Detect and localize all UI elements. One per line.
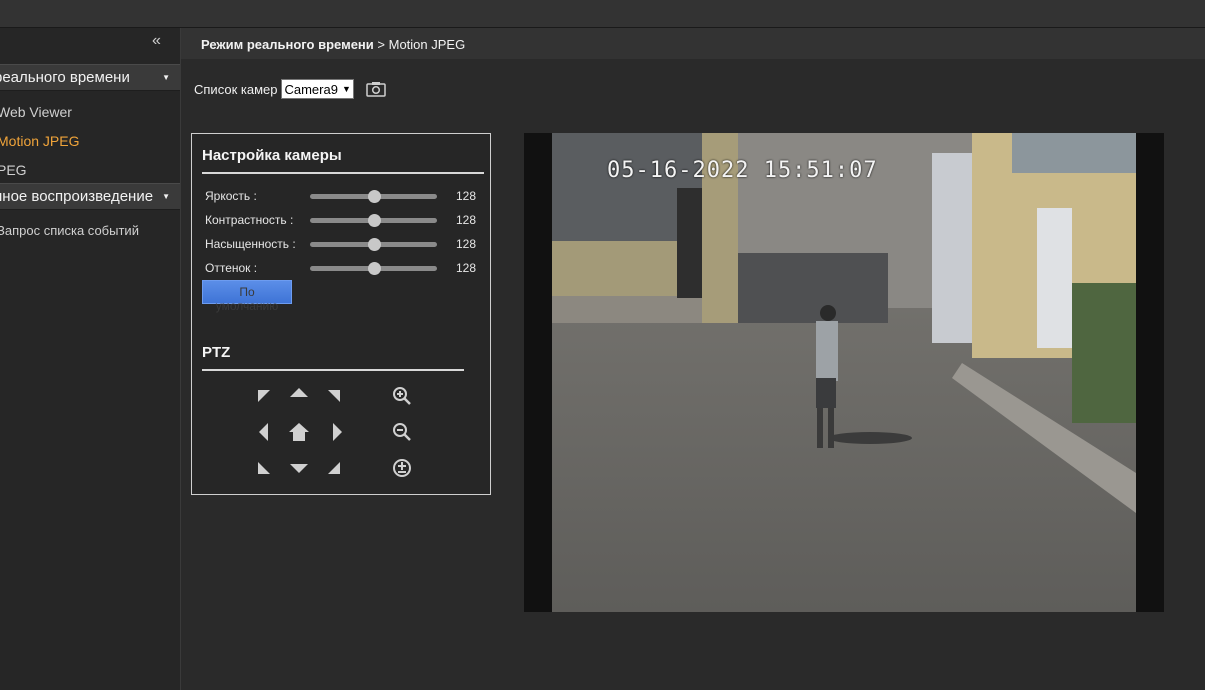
sidebar-item-web-viewer[interactable]: Web Viewer: [0, 104, 72, 120]
breadcrumb-bar: Режим реального времени > Motion JPEG: [181, 28, 1205, 60]
zoom-reset-icon[interactable]: [392, 458, 412, 478]
slider-thumb[interactable]: [367, 214, 381, 227]
video-view[interactable]: 05-16-2022 15:51:07: [524, 133, 1164, 612]
ptz-right-icon[interactable]: [327, 422, 347, 442]
ptz-up-left-icon[interactable]: [254, 386, 274, 406]
ptz-up-right-icon[interactable]: [324, 386, 344, 406]
contrast-row: Контрастность : 128: [205, 212, 485, 228]
ptz-down-icon[interactable]: [289, 458, 309, 478]
chevron-down-icon: ▼: [162, 73, 170, 82]
camera-select[interactable]: Camera9 ▼: [281, 79, 354, 99]
ptz-up-icon[interactable]: [289, 384, 309, 404]
slider-thumb[interactable]: [367, 262, 381, 275]
brightness-slider[interactable]: [310, 190, 437, 203]
sidebar-section-label: нное воспроизведение: [0, 188, 154, 205]
camera-select-value: Camera9: [284, 81, 338, 97]
divider: [202, 172, 484, 174]
slider-value: 128: [456, 261, 477, 275]
slider-label: Насыщенность :: [205, 237, 296, 251]
ptz-title: PTZ: [202, 344, 231, 361]
saturation-row: Насыщенность : 128: [205, 236, 485, 252]
chevron-down-icon: ▼: [341, 84, 351, 94]
slider-value: 128: [456, 237, 477, 251]
top-bar: [0, 0, 1205, 28]
slider-value: 128: [456, 213, 477, 227]
ptz-home-icon[interactable]: [289, 422, 309, 442]
camera-icon[interactable]: [366, 81, 386, 97]
sidebar-item-jpeg[interactable]: PEG: [0, 162, 27, 178]
sidebar-section-label: реального времени: [0, 69, 130, 86]
chevron-down-icon: ▼: [162, 192, 170, 201]
ptz-left-icon[interactable]: [254, 422, 274, 442]
default-button-line2: умолчанию: [215, 299, 279, 313]
ptz-down-left-icon[interactable]: [254, 458, 274, 478]
saturation-slider[interactable]: [310, 238, 437, 251]
default-button-line1: По: [239, 285, 255, 299]
breadcrumb-current: Motion JPEG: [388, 37, 466, 52]
divider: [202, 369, 464, 371]
sidebar-item-motion-jpeg[interactable]: Motion JPEG: [0, 133, 79, 149]
hue-row: Оттенок : 128: [205, 260, 485, 276]
sidebar-section-playback[interactable]: нное воспроизведение ▼: [0, 183, 180, 210]
sidebar-section-live[interactable]: реального времени ▼: [0, 64, 180, 91]
slider-thumb[interactable]: [367, 238, 381, 251]
camera-settings-title: Настройка камеры: [202, 147, 342, 164]
breadcrumb-section: Режим реального времени: [201, 37, 374, 52]
slider-thumb[interactable]: [367, 190, 381, 203]
slider-label: Контрастность :: [205, 213, 294, 227]
zoom-in-icon[interactable]: [392, 386, 412, 406]
contrast-slider[interactable]: [310, 214, 437, 227]
slider-value: 128: [456, 189, 477, 203]
default-button[interactable]: По умолчанию: [202, 280, 292, 313]
camera-list-label: Список камер: [194, 81, 278, 97]
zoom-out-icon[interactable]: [392, 422, 412, 442]
breadcrumb: Режим реального времени > Motion JPEG: [201, 37, 465, 52]
slider-label: Оттенок :: [205, 261, 258, 275]
camera-feed: 05-16-2022 15:51:07: [552, 133, 1136, 612]
video-timestamp-overlay: 05-16-2022 15:51:07: [607, 158, 878, 183]
hue-slider[interactable]: [310, 262, 437, 275]
sidebar-item-event-query[interactable]: Запрос списка событий: [0, 223, 139, 238]
brightness-row: Яркость : 128: [205, 188, 485, 204]
camera-settings-panel: Настройка камеры Яркость : 128 Контрастн…: [191, 133, 491, 495]
camera-list-row: Список камер Camera9 ▼: [194, 79, 386, 99]
sidebar: « реального времени ▼ Web Viewer Motion …: [0, 28, 181, 690]
collapse-sidebar-button[interactable]: «: [152, 32, 161, 50]
breadcrumb-separator: >: [377, 37, 385, 52]
ptz-down-right-icon[interactable]: [324, 458, 344, 478]
slider-label: Яркость :: [205, 189, 257, 203]
